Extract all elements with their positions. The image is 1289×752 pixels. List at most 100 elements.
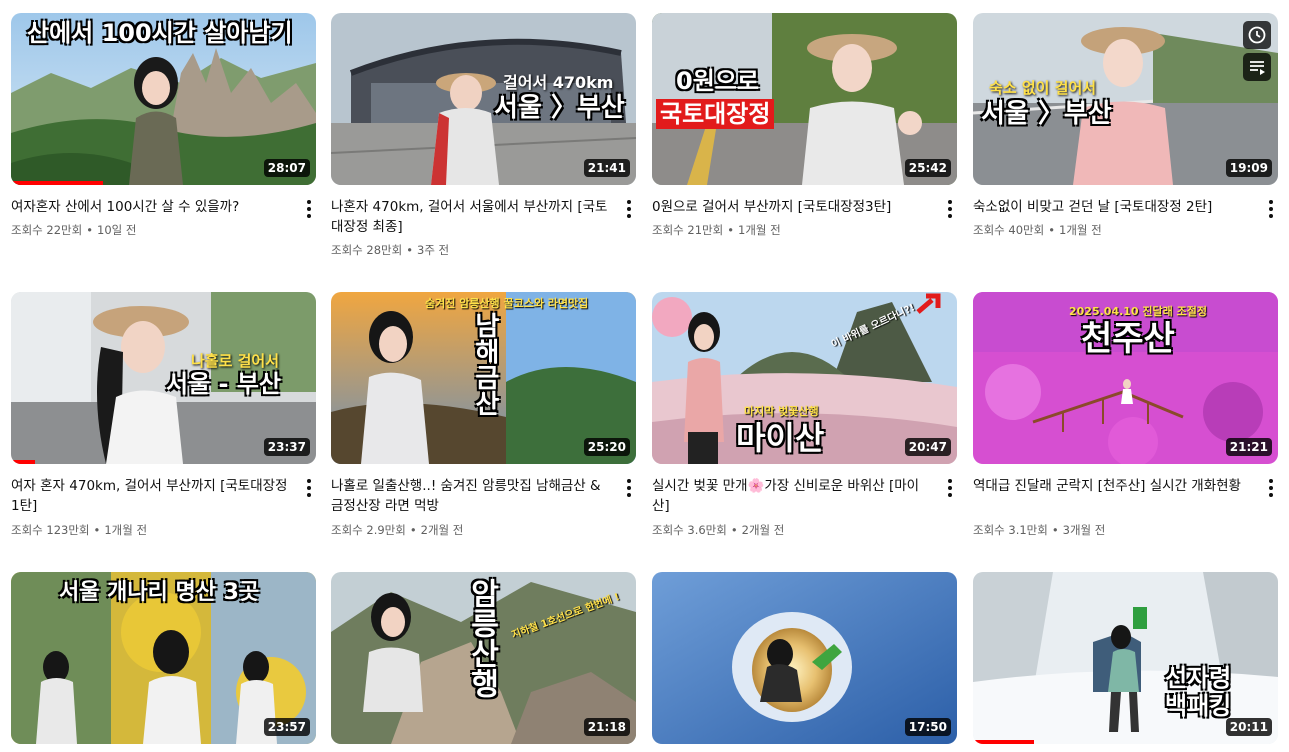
video-card[interactable]: 이 바위를 오르다니?! 마지막 벚꽃산행 마이산 20:47 실시간 벚꽃 만… — [652, 292, 957, 537]
view-count: 조회수 123만회 — [11, 523, 90, 537]
view-count: 조회수 40만회 — [973, 223, 1045, 237]
thumbnail-overlay-text: 걸어서 470km — [503, 73, 614, 92]
queue-icon — [1250, 61, 1265, 75]
video-thumbnail[interactable]: 이 바위를 오르다니?! 마지막 벚꽃산행 마이산 20:47 — [652, 292, 957, 464]
video-title[interactable]: 숙소없이 비맞고 걷던 날 [국토대장정 2탄] — [973, 197, 1255, 217]
thumbnail-overlay-text: 백패킹 — [1165, 692, 1232, 720]
thumbnail-overlay-text: 천주산 — [1081, 319, 1175, 359]
video-card[interactable]: 17:50 — [652, 572, 957, 744]
video-duration: 19:09 — [1225, 159, 1272, 177]
thumbnail-overlay-text: 암릉산행 — [464, 578, 499, 698]
video-card[interactable]: 2025.04.10 진달래 조절정 천주산 21:21 역대급 진달래 군락지… — [973, 292, 1278, 537]
video-thumbnail[interactable]: 걸어서 470km 서울 〉부산 21:41 — [331, 13, 636, 185]
video-duration: 28:07 — [263, 159, 310, 177]
upload-age: 2개월 전 — [741, 523, 785, 537]
video-thumbnail[interactable]: 산에서 100시간 살아남기 28:07 — [11, 13, 316, 185]
video-card[interactable]: 산에서 100시간 살아남기 28:07 여자혼자 산에서 100시간 살 수 … — [11, 13, 316, 251]
thumbnail-overlay-text: 서울 - 부산 — [166, 370, 281, 398]
view-count: 조회수 3.1만회 — [973, 523, 1048, 537]
more-actions-icon[interactable] — [622, 476, 636, 500]
thumbnail-overlay-text: 서울 개나리 명산 3곳 — [59, 580, 260, 605]
video-duration: 17:50 — [904, 718, 951, 736]
video-card[interactable]: 선자령 백패킹 20:11 — [973, 572, 1278, 744]
video-card[interactable]: 0원으로 국토대장정 25:42 0원으로 걸어서 부산까지 [국토대장정3탄]… — [652, 13, 957, 251]
video-stats: 조회수 21만회 • 1개월 전 — [652, 223, 781, 237]
view-count: 조회수 28만회 — [331, 243, 403, 257]
view-count: 조회수 2.9만회 — [331, 523, 406, 537]
video-title[interactable]: 실시간 벚꽃 만개🌸가장 신비로운 바위산 [마이산] — [652, 476, 934, 516]
video-duration: 25:20 — [583, 438, 630, 456]
thumbnail-overlay-text: 서울 〉부산 — [981, 99, 1112, 129]
more-actions-icon[interactable] — [302, 476, 316, 500]
video-stats: 조회수 28만회 • 3주 전 — [331, 243, 450, 257]
watch-later-button[interactable] — [1243, 21, 1271, 49]
thumbnail-overlay-text: 숙소 없이 걸어서 — [989, 79, 1097, 97]
more-actions-icon[interactable] — [302, 197, 316, 221]
upload-age: 3주 전 — [417, 243, 450, 257]
video-title[interactable]: 나홀로 일출산행..! 숨겨진 암릉맛집 남해금산 & 금정산장 라면 먹방 — [331, 476, 613, 516]
video-title[interactable]: 역대급 진달래 군락지 [천주산] 실시간 개화현황 — [973, 476, 1255, 496]
upload-age: 1개월 전 — [738, 223, 781, 237]
thumbnail-overlay-text: 선자령 — [1165, 664, 1232, 692]
video-thumbnail[interactable]: 나홀로 걸어서 서울 - 부산 23:37 — [11, 292, 316, 464]
more-actions-icon[interactable] — [943, 476, 957, 500]
video-title[interactable]: 나혼자 470km, 걸어서 서울에서 부산까지 [국토대장정 최종] — [331, 197, 613, 237]
video-duration: 25:42 — [904, 159, 951, 177]
thumbnail-overlay-text: 숨겨진 암릉산행 꿀코스와 라면맛집 — [425, 297, 589, 310]
video-thumbnail[interactable]: 0원으로 국토대장정 25:42 — [652, 13, 957, 185]
video-card[interactable]: 걸어서 470km 서울 〉부산 21:41 나혼자 470km, 걸어서 서울… — [331, 13, 636, 257]
video-title[interactable]: 여자혼자 산에서 100시간 살 수 있을까? — [11, 197, 293, 217]
thumbnail-overlay-text: 마지막 벚꽃산행 — [744, 405, 819, 418]
view-count: 조회수 3.6만회 — [652, 523, 727, 537]
arrow-icon — [916, 293, 941, 314]
video-thumbnail[interactable]: 서울 개나리 명산 3곳 23:57 — [11, 572, 316, 744]
video-card[interactable]: 숙소 없이 걸어서 서울 〉부산 19:09 숙소없이 비맞고 걷던 날 [국토… — [973, 13, 1278, 251]
thumbnail-overlay-text: 2025.04.10 진달래 조절정 — [1069, 305, 1207, 318]
video-stats: 조회수 40만회 • 1개월 전 — [973, 223, 1102, 237]
upload-age: 1개월 전 — [1059, 223, 1102, 237]
video-duration: 23:57 — [263, 718, 310, 736]
view-count: 조회수 22만회 — [11, 223, 83, 237]
video-thumbnail[interactable]: 숙소 없이 걸어서 서울 〉부산 19:09 — [973, 13, 1278, 185]
upload-age: 1개월 전 — [104, 523, 148, 537]
video-duration: 20:47 — [904, 438, 951, 456]
add-to-queue-button[interactable] — [1243, 53, 1271, 81]
thumbnail-overlay-text: 남해금산 — [469, 312, 500, 416]
video-thumbnail[interactable]: 17:50 — [652, 572, 957, 744]
video-card[interactable]: 서울 개나리 명산 3곳 23:57 — [11, 572, 316, 744]
view-count: 조회수 21만회 — [652, 223, 724, 237]
video-duration: 21:21 — [1225, 438, 1272, 456]
video-duration: 20:11 — [1225, 718, 1272, 736]
thumbnail-overlay-text: 국토대장정 — [656, 99, 775, 129]
video-title[interactable]: 0원으로 걸어서 부산까지 [국토대장정3탄] — [652, 197, 934, 217]
more-actions-icon[interactable] — [622, 197, 636, 221]
clock-icon — [1248, 26, 1266, 44]
upload-age: 10일 전 — [97, 223, 137, 237]
more-actions-icon[interactable] — [1264, 476, 1278, 500]
video-stats: 조회수 3.6만회 • 2개월 전 — [652, 523, 785, 537]
video-stats: 조회수 2.9만회 • 2개월 전 — [331, 523, 464, 537]
video-card[interactable]: 나홀로 걸어서 서울 - 부산 23:37 여자 혼자 470km, 걸어서 부… — [11, 292, 316, 537]
thumbnail-overlay-text: 나홀로 걸어서 — [191, 352, 280, 370]
video-title[interactable]: 여자 혼자 470km, 걸어서 부산까지 [국토대장정 1탄] — [11, 476, 293, 516]
thumbnail-overlay-text: 마이산 — [736, 419, 825, 457]
video-card[interactable]: 암릉산행 지하철 1호선으로 한번에 ! 21:18 — [331, 572, 636, 744]
video-stats: 조회수 22만회 • 10일 전 — [11, 223, 137, 237]
thumbnail-overlay-text: 산에서 100시간 살아남기 — [27, 19, 293, 47]
video-thumbnail[interactable]: 숨겨진 암릉산행 꿀코스와 라면맛집 남해금산 25:20 — [331, 292, 636, 464]
video-duration: 23:37 — [263, 438, 310, 456]
more-actions-icon[interactable] — [943, 197, 957, 221]
watch-progress-bar — [973, 740, 1034, 744]
more-actions-icon[interactable] — [1264, 197, 1278, 221]
video-thumbnail[interactable]: 선자령 백패킹 20:11 — [973, 572, 1278, 744]
thumbnail-overlay-text: 서울 〉부산 — [494, 93, 625, 123]
video-stats: 조회수 3.1만회 • 3개월 전 — [973, 523, 1106, 537]
video-stats: 조회수 123만회 • 1개월 전 — [11, 523, 148, 537]
upload-age: 2개월 전 — [420, 523, 464, 537]
video-duration: 21:41 — [583, 159, 630, 177]
upload-age: 3개월 전 — [1062, 523, 1106, 537]
video-duration: 21:18 — [583, 718, 630, 736]
video-thumbnail[interactable]: 2025.04.10 진달래 조절정 천주산 21:21 — [973, 292, 1278, 464]
video-thumbnail[interactable]: 암릉산행 지하철 1호선으로 한번에 ! 21:18 — [331, 572, 636, 744]
video-card[interactable]: 숨겨진 암릉산행 꿀코스와 라면맛집 남해금산 25:20 나홀로 일출산행..… — [331, 292, 636, 537]
